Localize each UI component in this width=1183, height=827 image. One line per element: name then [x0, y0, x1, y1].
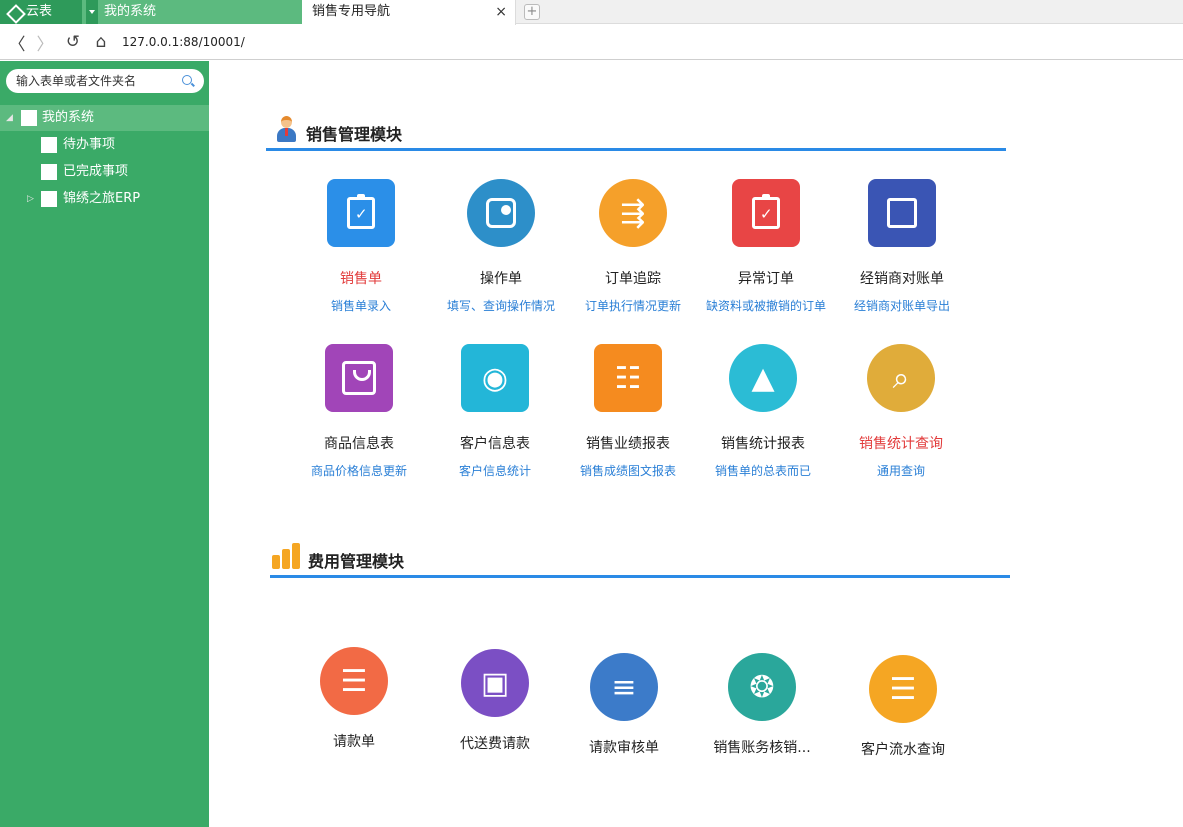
tile-sales-performance[interactable]: ☷ 销售业绩报表 销售成绩图文报表	[563, 344, 693, 479]
tile-name: 销售单	[340, 271, 382, 287]
address-bar: 〈 〉 ↺ ⌂ 127.0.0.1:88/10001/	[0, 25, 1183, 60]
tree-item-erp[interactable]: ▷ 锦绣之旅ERP	[0, 186, 209, 212]
sidebar: ◢ 我的系统 待办事项 已完成事项 ▷ 锦绣之旅ERP	[0, 61, 209, 827]
url-text[interactable]: 127.0.0.1:88/10001/	[122, 35, 245, 49]
brand-tab[interactable]: 云表	[0, 0, 82, 24]
close-tab-icon[interactable]: ×	[495, 0, 507, 24]
tile-name: 销售账务核销...	[713, 740, 811, 756]
running-man-icon: ⇶	[599, 179, 667, 247]
diamond-logo-icon	[6, 4, 22, 20]
tile-sub[interactable]: 销售单的总表而已	[698, 462, 828, 479]
tile-sub[interactable]: 填写、查询操作情况	[436, 297, 566, 314]
tile-sub[interactable]: 客户信息统计	[430, 462, 560, 479]
tile-request-review[interactable]: ≡ 请款审核单	[559, 653, 689, 757]
checkbox[interactable]	[21, 110, 37, 126]
tile-name: 请款单	[333, 734, 375, 750]
salesperson-icon	[275, 116, 297, 142]
medal-icon: ❂	[728, 653, 796, 721]
search-box	[6, 69, 204, 93]
brand-label: 云表	[26, 4, 53, 19]
customer-icon: ◉	[461, 344, 529, 412]
expense-section-title: 费用管理模块	[308, 552, 405, 571]
tree-item-completed[interactable]: 已完成事项	[0, 159, 209, 185]
checkbox[interactable]	[41, 164, 57, 180]
tile-sub[interactable]: 缺资料或被撤销的订单	[701, 297, 831, 314]
tile-name: 操作单	[480, 271, 522, 287]
tile-name: 请款审核单	[589, 740, 659, 756]
sales-section-title: 销售管理模块	[306, 125, 403, 144]
checkbox[interactable]	[41, 137, 57, 153]
user-card-icon	[467, 179, 535, 247]
tile-name: 异常订单	[738, 271, 794, 287]
tile-dealer-statement[interactable]: 经销商对账单 经销商对账单导出	[837, 179, 967, 314]
tab-my-system-label: 我的系统	[104, 4, 157, 19]
dropdown-caret-icon[interactable]	[86, 0, 98, 24]
forward-icon[interactable]: 〉	[34, 31, 56, 55]
tree-item-label: 我的系统	[42, 110, 95, 125]
tile-sub[interactable]: 通用查询	[836, 462, 966, 479]
tile-sub[interactable]: 销售单录入	[296, 297, 426, 314]
tree-item-my-system[interactable]: ◢ 我的系统	[0, 105, 209, 131]
tile-order-tracking[interactable]: ⇶ 订单追踪 订单执行情况更新	[568, 179, 698, 314]
tile-operation-order[interactable]: 操作单 填写、查询操作情况	[436, 179, 566, 314]
tile-name: 商品信息表	[324, 436, 394, 452]
tile-sales-statistics-report[interactable]: ▲ 销售统计报表 销售单的总表而已	[698, 344, 828, 479]
tile-delivery-fee-request[interactable]: ▣ 代送费请款	[430, 649, 560, 753]
tile-sub[interactable]: 经销商对账单导出	[837, 297, 967, 314]
collapsed-arrow-icon[interactable]: ▷	[27, 186, 34, 212]
checkbox[interactable]	[41, 191, 57, 207]
add-tab-button[interactable]: +	[524, 4, 540, 20]
refresh-icon[interactable]: ↺	[62, 31, 84, 53]
home-icon[interactable]: ⌂	[90, 31, 112, 53]
expense-section-divider	[270, 575, 1010, 578]
clipboard-check-icon	[327, 179, 395, 247]
search-input[interactable]	[16, 72, 176, 90]
tree-item-todo[interactable]: 待办事项	[0, 132, 209, 158]
tent-icon: ▲	[729, 344, 797, 412]
back-icon[interactable]: 〈	[6, 31, 28, 55]
tree-item-label: 待办事项	[63, 137, 116, 152]
tile-name: 销售统计查询	[859, 436, 943, 452]
bar-chart-icon	[272, 543, 300, 569]
tab-my-system[interactable]: 我的系统	[82, 0, 302, 24]
tab-bar: 云表 我的系统 销售专用导航 × +	[0, 0, 1183, 25]
tab-sales-nav[interactable]: 销售专用导航 ×	[302, 0, 516, 25]
return-note-icon	[732, 179, 800, 247]
tile-name: 代送费请款	[460, 736, 530, 752]
car-icon: ▣	[461, 649, 529, 717]
document-search-icon	[868, 179, 936, 247]
tile-sales-statistics-query[interactable]: ⌕ 销售统计查询 通用查询	[836, 344, 966, 479]
notepad-icon: ☰	[869, 655, 937, 723]
cart-icon: ☰	[320, 647, 388, 715]
tile-product-info[interactable]: 商品信息表 商品价格信息更新	[294, 344, 424, 479]
magnifier-icon: ⌕	[867, 344, 935, 412]
tile-name: 经销商对账单	[860, 271, 944, 287]
tile-name: 订单追踪	[605, 271, 661, 287]
tree-item-label: 已完成事项	[63, 164, 129, 179]
tile-name: 客户流水查询	[861, 742, 945, 758]
tile-sub[interactable]: 商品价格信息更新	[294, 462, 424, 479]
tile-customer-info[interactable]: ◉ 客户信息表 客户信息统计	[430, 344, 560, 479]
tile-customer-flow-query[interactable]: ☰ 客户流水查询	[838, 655, 968, 759]
tile-name: 客户信息表	[460, 436, 530, 452]
tab-sales-nav-label: 销售专用导航	[312, 4, 391, 19]
tile-name: 销售业绩报表	[586, 436, 670, 452]
tile-sub[interactable]: 销售成绩图文报表	[563, 462, 693, 479]
contact-card-icon: ☷	[594, 344, 662, 412]
settings-list-icon: ≡	[590, 653, 658, 721]
tile-sub[interactable]: 订单执行情况更新	[568, 297, 698, 314]
sales-section-divider	[266, 148, 1006, 151]
tile-payment-request[interactable]: ☰ 请款单	[289, 647, 419, 751]
tree-item-label: 锦绣之旅ERP	[63, 191, 141, 206]
main-content: 销售管理模块 销售单 销售单录入 操作单 填写、查询操作情况 ⇶ 订单追踪 订单…	[209, 61, 1183, 827]
expanded-arrow-icon[interactable]: ◢	[6, 105, 13, 131]
shopping-bag-icon	[325, 344, 393, 412]
tile-account-writeoff[interactable]: ❂ 销售账务核销...	[697, 653, 827, 757]
tile-name: 销售统计报表	[721, 436, 805, 452]
tile-abnormal-order[interactable]: 异常订单 缺资料或被撤销的订单	[701, 179, 831, 314]
search-icon[interactable]	[182, 75, 192, 85]
tile-sales-order[interactable]: 销售单 销售单录入	[296, 179, 426, 314]
